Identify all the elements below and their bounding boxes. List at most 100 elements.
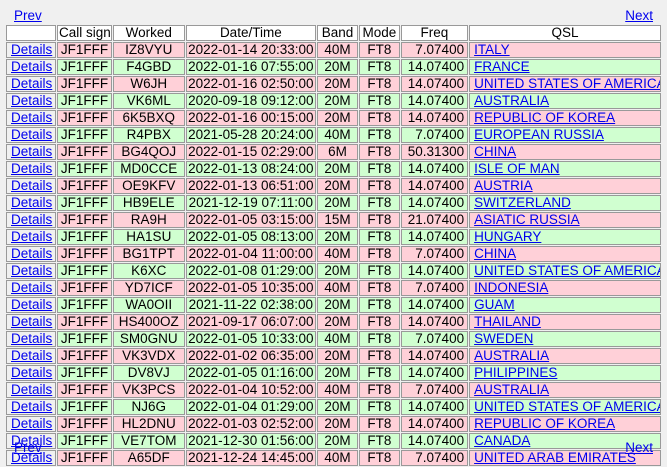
details-cell[interactable]: Details bbox=[6, 416, 56, 432]
qsl-cell[interactable]: REPUBLIC OF KOREA bbox=[469, 110, 661, 126]
band-cell: 20M bbox=[317, 416, 358, 432]
prev-link[interactable]: Prev bbox=[14, 8, 42, 24]
details-link[interactable]: Details bbox=[11, 366, 52, 380]
qsl-link[interactable]: ISLE OF MAN bbox=[474, 162, 560, 176]
qsl-link[interactable]: REPUBLIC OF KOREA bbox=[474, 417, 615, 431]
details-cell[interactable]: Details bbox=[6, 195, 56, 211]
details-link[interactable]: Details bbox=[11, 43, 52, 57]
details-link[interactable]: Details bbox=[11, 264, 52, 278]
details-cell[interactable]: Details bbox=[6, 59, 56, 75]
qsl-cell[interactable]: FRANCE bbox=[469, 59, 661, 75]
details-link[interactable]: Details bbox=[11, 179, 52, 193]
qsl-link[interactable]: SWEDEN bbox=[474, 332, 533, 346]
details-link[interactable]: Details bbox=[11, 417, 52, 431]
qsl-cell[interactable]: ITALY bbox=[469, 42, 661, 58]
details-cell[interactable]: Details bbox=[6, 212, 56, 228]
details-cell[interactable]: Details bbox=[6, 365, 56, 381]
details-link[interactable]: Details bbox=[11, 230, 52, 244]
qsl-link[interactable]: UNITED STATES OF AMERICA bbox=[474, 264, 660, 278]
details-cell[interactable]: Details bbox=[6, 110, 56, 126]
qsl-link[interactable]: INDONESIA bbox=[474, 281, 548, 295]
details-link[interactable]: Details bbox=[11, 213, 52, 227]
qsl-link[interactable]: PHILIPPINES bbox=[474, 366, 557, 380]
qsl-link[interactable]: ASIATIC RUSSIA bbox=[474, 213, 580, 227]
details-link[interactable]: Details bbox=[11, 77, 52, 91]
qsl-cell[interactable]: THAILAND bbox=[469, 314, 661, 330]
qsl-cell[interactable]: AUSTRALIA bbox=[469, 93, 661, 109]
qsl-cell[interactable]: GUAM bbox=[469, 297, 661, 313]
qsl-link[interactable]: SWITZERLAND bbox=[474, 196, 571, 210]
qsl-link[interactable]: UNITED STATES OF AMERICA bbox=[474, 77, 660, 91]
qsl-link[interactable]: ITALY bbox=[474, 43, 510, 57]
details-cell[interactable]: Details bbox=[6, 399, 56, 415]
details-cell[interactable]: Details bbox=[6, 229, 56, 245]
qsl-link[interactable]: GUAM bbox=[474, 298, 515, 312]
details-link[interactable]: Details bbox=[11, 332, 52, 346]
qsl-cell[interactable]: AUSTRALIA bbox=[469, 348, 661, 364]
details-link[interactable]: Details bbox=[11, 400, 52, 414]
details-link[interactable]: Details bbox=[11, 281, 52, 295]
details-cell[interactable]: Details bbox=[6, 314, 56, 330]
qsl-link[interactable]: UNITED STATES OF AMERICA bbox=[474, 400, 660, 414]
qsl-link[interactable]: HUNGARY bbox=[474, 230, 541, 244]
details-link[interactable]: Details bbox=[11, 162, 52, 176]
details-link[interactable]: Details bbox=[11, 196, 52, 210]
details-cell[interactable]: Details bbox=[6, 144, 56, 160]
details-link[interactable]: Details bbox=[11, 111, 52, 125]
details-cell[interactable]: Details bbox=[6, 348, 56, 364]
details-link[interactable]: Details bbox=[11, 383, 52, 397]
qsl-link[interactable]: CHINA bbox=[474, 145, 516, 159]
details-link[interactable]: Details bbox=[11, 94, 52, 108]
qsl-cell[interactable]: EUROPEAN RUSSIA bbox=[469, 127, 661, 143]
qsl-link[interactable]: AUSTRALIA bbox=[474, 349, 549, 363]
details-link[interactable]: Details bbox=[11, 315, 52, 329]
qsl-link[interactable]: AUSTRALIA bbox=[474, 383, 549, 397]
qsl-cell[interactable]: SWITZERLAND bbox=[469, 195, 661, 211]
details-cell[interactable]: Details bbox=[6, 42, 56, 58]
qsl-cell[interactable]: CHINA bbox=[469, 144, 661, 160]
qsl-cell[interactable]: INDONESIA bbox=[469, 280, 661, 296]
details-cell[interactable]: Details bbox=[6, 246, 56, 262]
qsl-cell[interactable]: ISLE OF MAN bbox=[469, 161, 661, 177]
qsl-cell[interactable]: UNITED STATES OF AMERICA bbox=[469, 399, 661, 415]
details-cell[interactable]: Details bbox=[6, 161, 56, 177]
qsl-link[interactable]: THAILAND bbox=[474, 315, 541, 329]
qsl-link[interactable]: EUROPEAN RUSSIA bbox=[474, 128, 604, 142]
qsl-cell[interactable]: REPUBLIC OF KOREA bbox=[469, 416, 661, 432]
details-cell[interactable]: Details bbox=[6, 297, 56, 313]
next-link[interactable]: Next bbox=[625, 8, 653, 24]
details-link[interactable]: Details bbox=[11, 128, 52, 142]
qsl-cell[interactable]: UNITED STATES OF AMERICA bbox=[469, 76, 661, 92]
details-cell[interactable]: Details bbox=[6, 331, 56, 347]
details-link[interactable]: Details bbox=[11, 145, 52, 159]
prev-link-bottom[interactable]: Prev bbox=[14, 440, 42, 456]
details-cell[interactable]: Details bbox=[6, 280, 56, 296]
qsl-cell[interactable]: AUSTRIA bbox=[469, 178, 661, 194]
qsl-cell[interactable]: CHINA bbox=[469, 246, 661, 262]
qsl-link[interactable]: AUSTRIA bbox=[474, 179, 533, 193]
details-link[interactable]: Details bbox=[11, 60, 52, 74]
qsl-link[interactable]: REPUBLIC OF KOREA bbox=[474, 111, 615, 125]
details-cell[interactable]: Details bbox=[6, 93, 56, 109]
details-cell[interactable]: Details bbox=[6, 263, 56, 279]
qsl-link[interactable]: FRANCE bbox=[474, 60, 530, 74]
details-cell[interactable]: Details bbox=[6, 127, 56, 143]
qsl-cell[interactable]: ASIATIC RUSSIA bbox=[469, 212, 661, 228]
details-cell[interactable]: Details bbox=[6, 178, 56, 194]
table-row: Details JF1FFF W6JH 2022-01-16 02:50:00 20M F… bbox=[6, 76, 661, 92]
details-cell[interactable]: Details bbox=[6, 382, 56, 398]
band-cell: 40M bbox=[317, 246, 358, 262]
qsl-link[interactable]: CHINA bbox=[474, 247, 516, 261]
details-cell[interactable]: Details bbox=[6, 76, 56, 92]
qsl-cell[interactable]: HUNGARY bbox=[469, 229, 661, 245]
qsl-cell[interactable]: SWEDEN bbox=[469, 331, 661, 347]
details-link[interactable]: Details bbox=[11, 349, 52, 363]
qsl-cell[interactable]: AUSTRALIA bbox=[469, 382, 661, 398]
freq-cell: 14.07400 bbox=[400, 110, 469, 126]
qsl-cell[interactable]: PHILIPPINES bbox=[469, 365, 661, 381]
details-link[interactable]: Details bbox=[11, 298, 52, 312]
details-link[interactable]: Details bbox=[11, 247, 52, 261]
qsl-cell[interactable]: UNITED STATES OF AMERICA bbox=[469, 263, 661, 279]
next-link-bottom[interactable]: Next bbox=[625, 440, 653, 456]
qsl-link[interactable]: AUSTRALIA bbox=[474, 94, 549, 108]
